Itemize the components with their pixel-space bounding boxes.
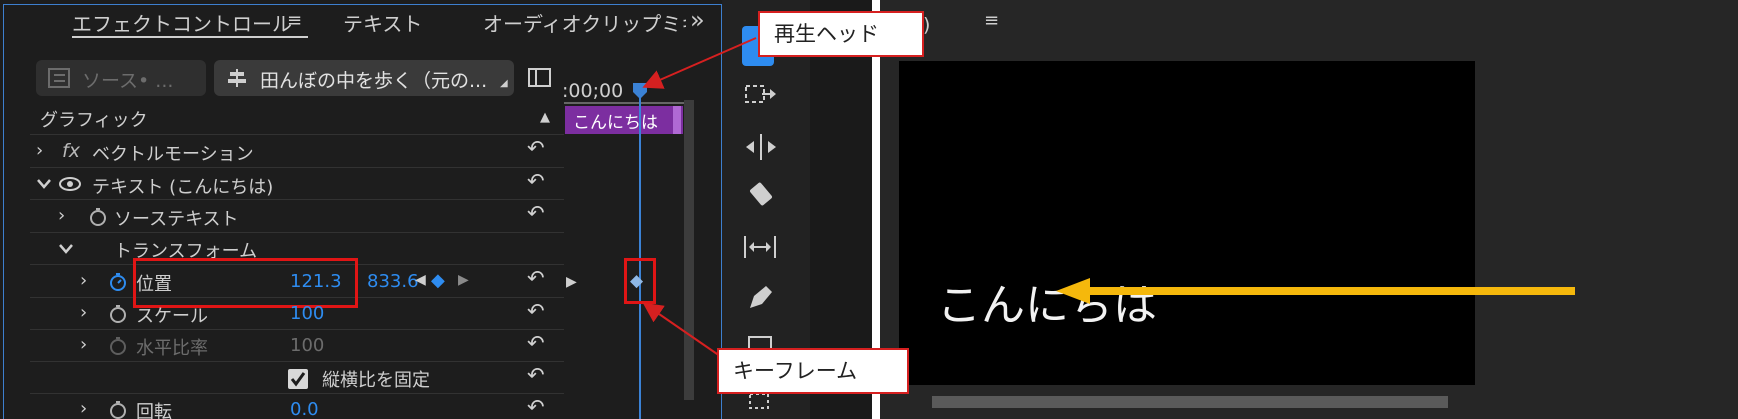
playhead-callout-label: 再生ヘッド	[774, 22, 879, 46]
playhead-callout-arrow	[642, 37, 757, 89]
keyframe-callout-label: キーフレーム	[733, 359, 858, 383]
keyframe-callout-arrow	[642, 302, 721, 357]
keyframe-callout: キーフレーム	[717, 348, 909, 394]
playhead-callout: 再生ヘッド	[758, 11, 924, 57]
motion-arrow-head	[1056, 278, 1090, 304]
